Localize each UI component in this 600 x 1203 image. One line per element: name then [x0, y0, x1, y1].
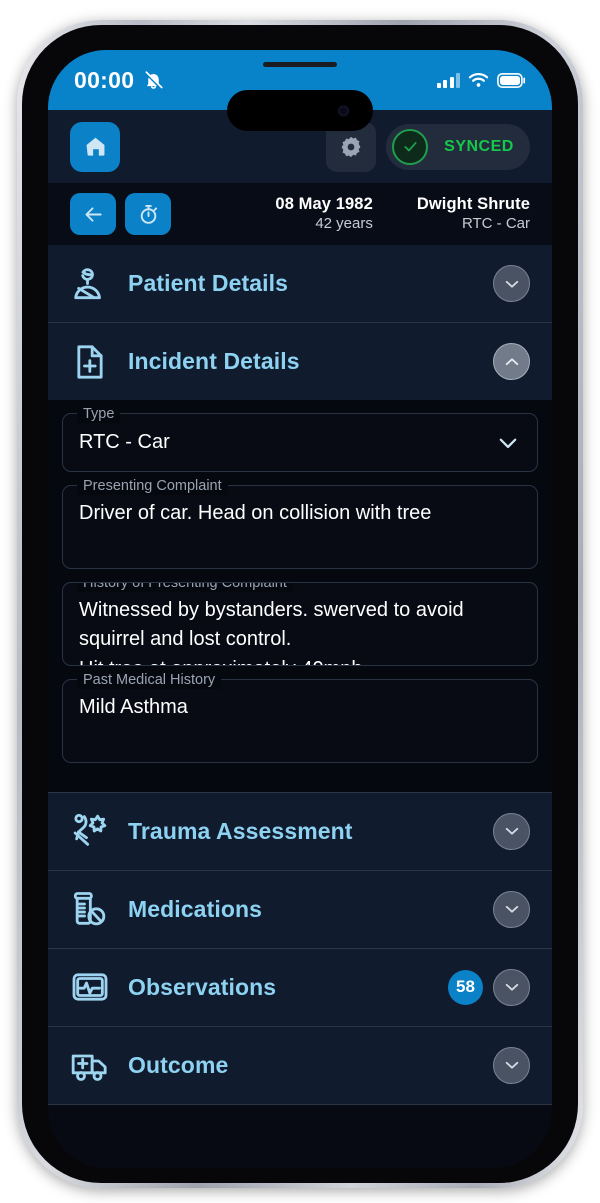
front-camera-lens	[338, 105, 349, 116]
battery-full-icon	[497, 72, 526, 88]
check-circle-icon	[392, 128, 428, 165]
sync-status-label: SYNCED	[444, 137, 514, 155]
status-bar-clock: 00:00	[74, 66, 135, 93]
chevron-down-icon[interactable]	[493, 812, 530, 850]
section-body-incident-details: Type RTC - Car Presenting Complaint Driver …	[48, 400, 552, 792]
gear-icon	[341, 136, 361, 157]
chevron-up-icon[interactable]	[493, 343, 530, 380]
section-title: Patient Details	[128, 270, 288, 296]
phone-screen: 00:00 SYNCED 08 May 1982 42 years Dwight…	[48, 50, 552, 1168]
home-icon	[86, 137, 104, 156]
bell-muted-icon	[143, 70, 164, 91]
field-label-past-medical-history: Past Medical History	[77, 670, 222, 689]
section-title: Medications	[128, 895, 263, 922]
section-header-actions	[493, 890, 530, 928]
back-button[interactable]	[70, 193, 116, 235]
section-header-actions: 58	[448, 968, 530, 1006]
patient-dob: 08 May 1982	[275, 195, 373, 214]
speaker-slit	[263, 62, 337, 67]
field-value-type: RTC - Car	[79, 431, 170, 453]
ambulance-icon	[70, 1045, 110, 1085]
patient-head-injury-icon	[70, 264, 110, 304]
home-button[interactable]	[70, 121, 120, 172]
field-type[interactable]: Type RTC - Car	[62, 405, 538, 472]
timer-button[interactable]	[125, 193, 171, 235]
field-past-medical-history[interactable]: Past Medical History Mild Asthma	[62, 670, 538, 763]
patient-info-bar: 08 May 1982 42 years Dwight Shrute RTC -…	[48, 183, 552, 245]
section-title: Observations	[128, 973, 277, 1000]
medical-document-icon	[70, 342, 110, 382]
medication-bottle-none-icon	[70, 889, 110, 929]
patient-name: Dwight Shrute	[416, 195, 530, 214]
section-outcome: Outcome	[48, 1026, 552, 1105]
field-value-history-of-presenting-complaint: Witnessed by bystanders. swerved to avoi…	[79, 598, 464, 665]
section-accordion: Patient Details Incident Details Type RTC -…	[48, 245, 552, 1105]
chevron-down-icon[interactable]	[493, 1046, 530, 1084]
patient-name-block: Dwight Shrute RTC - Car	[417, 195, 530, 232]
patient-incident-type: RTC - Car	[461, 214, 530, 232]
section-medications: Medications	[48, 870, 552, 949]
section-header-medications[interactable]: Medications	[48, 870, 552, 948]
chevron-down-icon[interactable]	[493, 265, 530, 302]
patient-age: 42 years	[315, 214, 373, 232]
section-observations: Observations 58	[48, 948, 552, 1027]
phone-bezel: 00:00 SYNCED 08 May 1982 42 years Dwight…	[22, 25, 578, 1183]
count-badge: 58	[448, 969, 483, 1005]
section-header-observations[interactable]: Observations 58	[48, 948, 552, 1026]
field-label-type: Type	[77, 405, 121, 423]
status-bar-left: 00:00	[74, 67, 164, 94]
section-header-incident-details[interactable]: Incident Details	[48, 323, 552, 400]
field-value-presenting-complaint: Driver of car. Head on collision with tr…	[79, 501, 432, 524]
sync-status-badge[interactable]: SYNCED	[386, 123, 530, 170]
field-presenting-complaint[interactable]: Presenting Complaint Driver of car. Head …	[62, 476, 538, 569]
chevron-down-icon[interactable]	[493, 890, 530, 928]
section-trauma-assessment: Trauma Assessment	[48, 792, 552, 871]
section-patient-details: Patient Details	[48, 245, 552, 323]
patient-dob-block: 08 May 1982 42 years	[275, 195, 372, 232]
section-title: Trauma Assessment	[128, 817, 353, 844]
chevron-down-icon[interactable]	[493, 968, 530, 1006]
section-incident-details: Incident Details Type RTC - Car Presenting …	[48, 323, 552, 793]
field-label-history-of-presenting-complaint: History of Presenting Complaint	[77, 582, 293, 592]
status-bar-right	[436, 72, 527, 88]
vitals-monitor-icon	[70, 967, 110, 1007]
patient-summary: 08 May 1982 42 years Dwight Shrute RTC -…	[275, 195, 530, 232]
section-header-patient-details[interactable]: Patient Details	[48, 245, 552, 322]
section-header-actions	[493, 812, 530, 850]
dynamic-island	[227, 90, 373, 131]
chevron-down-icon[interactable]	[495, 430, 521, 456]
stopwatch-icon	[140, 204, 157, 224]
section-header-actions	[493, 265, 530, 302]
section-title: Incident Details	[128, 348, 300, 374]
section-title: Outcome	[128, 1051, 229, 1078]
field-label-presenting-complaint: Presenting Complaint	[77, 476, 228, 495]
section-header-actions	[493, 1046, 530, 1084]
field-value-past-medical-history: Mild Asthma	[79, 695, 188, 718]
phone-frame: 00:00 SYNCED 08 May 1982 42 years Dwight…	[17, 20, 583, 1188]
field-history-of-presenting-complaint[interactable]: History of Presenting Complaint Witnessed…	[62, 581, 538, 666]
wifi-icon	[468, 72, 489, 88]
cellular-signal-icon	[436, 72, 460, 88]
section-header-trauma-assessment[interactable]: Trauma Assessment	[48, 792, 552, 870]
arrow-left-icon	[84, 206, 102, 222]
section-header-actions	[493, 343, 530, 380]
section-header-outcome[interactable]: Outcome	[48, 1026, 552, 1104]
injured-person-icon	[70, 811, 110, 851]
